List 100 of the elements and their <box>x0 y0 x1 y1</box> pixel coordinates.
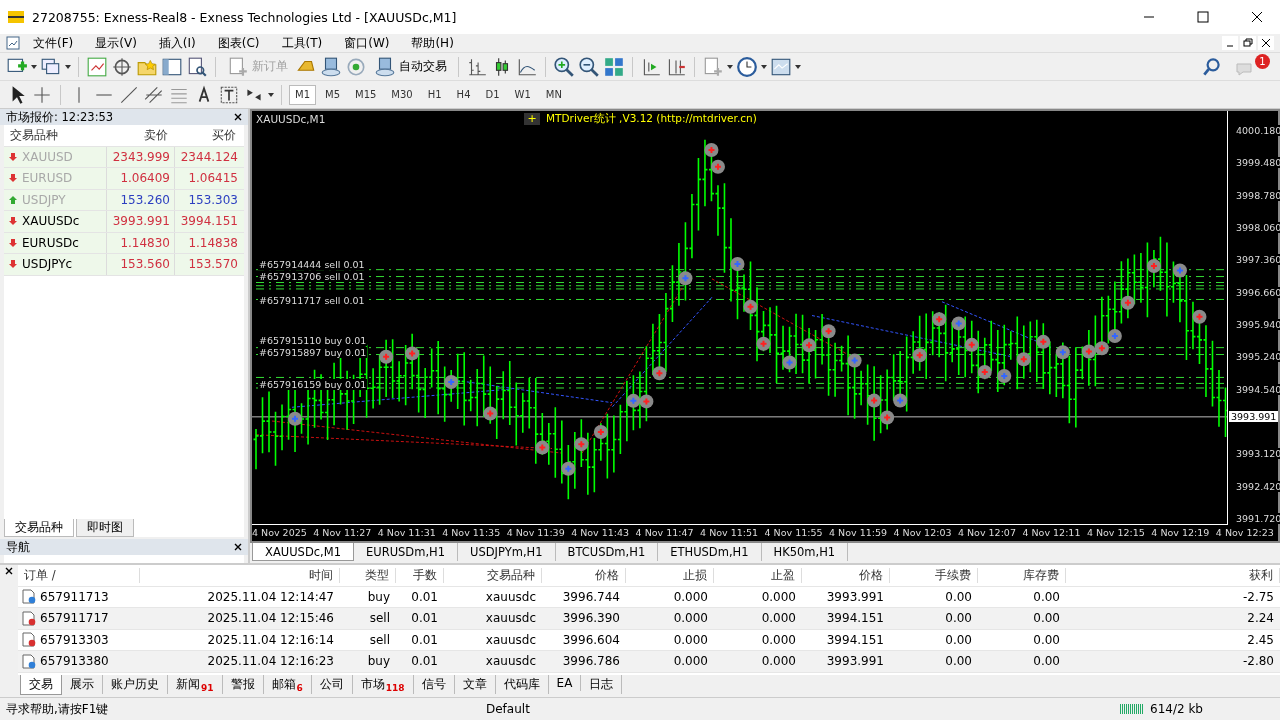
terminal-tab[interactable]: 警报 <box>222 675 264 694</box>
status-traffic: 614/2 kb <box>1150 702 1203 716</box>
panel-tab[interactable]: 交易品种 <box>4 519 74 537</box>
terminal-tab[interactable]: 公司 <box>311 675 353 694</box>
column-header[interactable]: 手数 <box>396 567 444 583</box>
terminal-tab[interactable]: 文章 <box>454 675 496 694</box>
menu-item[interactable]: 插入(I) <box>149 34 205 52</box>
trade-marker-icon <box>704 142 719 157</box>
menu-item[interactable]: 文件(F) <box>24 34 83 52</box>
close-icon[interactable] <box>5 567 13 575</box>
table-cell-text: 0.00 <box>1032 632 1061 647</box>
symbol-name[interactable]: USDJPYc <box>22 257 73 272</box>
time-axis-label: 4 Nov 12:23 <box>1215 527 1274 540</box>
column-header[interactable]: 止损 <box>626 567 714 583</box>
menu-item[interactable]: 窗口(W) <box>335 34 399 52</box>
minimize-icon[interactable] <box>1222 36 1238 50</box>
chart-window-icon[interactable] <box>86 55 108 78</box>
chart-tab[interactable]: XAUUSDc,M1 <box>252 543 354 561</box>
terminal-tab[interactable]: 信号 <box>413 675 455 694</box>
timeframe-button[interactable]: MN <box>539 84 568 105</box>
caret-icon[interactable] <box>268 92 274 97</box>
price-axis-label: 3991.720 <box>1236 513 1280 524</box>
terminal-tab[interactable]: EA <box>548 675 582 691</box>
price-axis-label: 3998.780 <box>1236 189 1280 201</box>
menu-item[interactable]: 显示(V) <box>86 34 146 52</box>
zoom-out-icon[interactable] <box>578 55 600 78</box>
chart-tab[interactable]: BTCUSDm,H1 <box>555 543 659 561</box>
timeframe-button[interactable]: M5 <box>319 84 346 105</box>
timeframe-button[interactable]: M1 <box>289 84 316 105</box>
chart-tab[interactable]: ETHUSDm,H1 <box>658 543 762 561</box>
timeframe-button[interactable]: H4 <box>450 84 477 105</box>
column-header[interactable]: 交易品种 <box>4 127 106 143</box>
close-icon[interactable] <box>1258 36 1274 50</box>
indicator-label: MTDriver统计 ,V3.12 (http://mtdriver.cn) <box>546 112 757 126</box>
caret-icon[interactable] <box>31 64 37 69</box>
close-icon[interactable] <box>234 113 242 121</box>
trade-marker-icon <box>626 393 641 408</box>
symbol-name[interactable]: EURUSDc <box>22 235 79 250</box>
column-header[interactable]: 价格 <box>802 567 890 583</box>
terminal-tab[interactable]: 日志 <box>581 675 623 694</box>
tiles-icon[interactable] <box>603 55 625 78</box>
chart-window-icon[interactable] <box>6 36 20 50</box>
column-header[interactable]: 交易品种 <box>444 567 542 583</box>
terminal-tab[interactable]: 展示 <box>62 675 103 694</box>
table-cell-text: 3993.991 <box>825 654 885 669</box>
column-header[interactable]: 价格 <box>542 567 626 583</box>
menu-item[interactable]: 工具(T) <box>272 34 332 52</box>
timeframe-button[interactable]: H1 <box>421 84 448 105</box>
trade-marker-icon <box>1192 309 1207 324</box>
timeframe-button[interactable]: M15 <box>349 84 383 105</box>
menu-item[interactable]: 图表(C) <box>208 34 269 52</box>
timeframe-button[interactable]: D1 <box>479 84 506 105</box>
terminal-tab[interactable]: 交易 <box>20 675 62 695</box>
search-icon[interactable] <box>1201 55 1223 78</box>
restore-icon[interactable] <box>1240 36 1256 50</box>
cloud-server-icon[interactable] <box>320 55 342 78</box>
trade-marker-icon <box>288 411 303 426</box>
caret-icon[interactable] <box>727 64 733 69</box>
terminal-tab[interactable]: 代码库 <box>495 675 549 694</box>
clock-icon[interactable] <box>736 55 758 78</box>
indicator-button[interactable]: + <box>524 113 540 125</box>
chart-tab[interactable]: USDJPYm,H1 <box>458 543 556 561</box>
terminal-tab[interactable]: 账户历史 <box>103 675 168 694</box>
column-header[interactable]: 时间 <box>140 567 340 583</box>
trade-marker-icon <box>977 365 992 380</box>
auto-trading-button[interactable]: 自动交易 <box>370 55 451 78</box>
column-header[interactable]: 止盈 <box>714 567 802 583</box>
menu-item[interactable]: 帮助(H) <box>402 34 463 52</box>
column-header[interactable]: 买价 <box>174 127 242 143</box>
column-header[interactable]: 获利 <box>1066 567 1280 583</box>
symbol-name[interactable]: XAUUSDc <box>22 214 80 229</box>
column-header[interactable]: 卖价 <box>106 127 174 143</box>
trade-marker-icon <box>997 369 1012 384</box>
ask-price: 153.303 <box>174 189 242 210</box>
close-icon[interactable] <box>234 543 242 551</box>
table-cell-text: xauusdc <box>484 611 537 626</box>
caret-icon[interactable] <box>761 64 767 69</box>
panel-tab[interactable]: 即时图 <box>76 519 134 537</box>
timeframe-button[interactable]: W1 <box>508 84 537 105</box>
caret-icon[interactable] <box>65 64 71 69</box>
trade-marker-icon <box>821 324 836 339</box>
trade-marker-icon <box>867 393 882 408</box>
column-header[interactable]: 类型 <box>340 567 396 583</box>
table-cell-text: 2.45 <box>1246 632 1275 647</box>
column-header[interactable]: 手续费 <box>890 567 978 583</box>
time-axis-label: 4 Nov 11:43 <box>571 527 630 540</box>
magnifier-page-icon[interactable] <box>186 55 208 78</box>
zoom-in-icon[interactable] <box>553 55 575 78</box>
column-header[interactable]: 订单 / <box>18 567 140 583</box>
cloud-server-icon[interactable] <box>374 55 396 78</box>
crosshair-icon[interactable] <box>111 55 133 78</box>
caret-icon[interactable] <box>795 64 801 69</box>
column-header[interactable]: 库存费 <box>978 567 1066 583</box>
price-axis-label: 3997.360 <box>1236 254 1280 266</box>
timeframe-button[interactable]: M30 <box>385 84 419 105</box>
table-cell-text: 0.00 <box>944 654 973 669</box>
chart-tab[interactable]: EURUSDm,H1 <box>353 543 459 561</box>
chart-tab[interactable]: HK50m,H1 <box>761 543 849 561</box>
panel-title: 市场报价: 12:23:53 <box>6 109 114 125</box>
window-title: 27208755: Exness-Real8 - Exness Technologies Ltd - [XAUUSDc,M1] <box>32 9 458 25</box>
